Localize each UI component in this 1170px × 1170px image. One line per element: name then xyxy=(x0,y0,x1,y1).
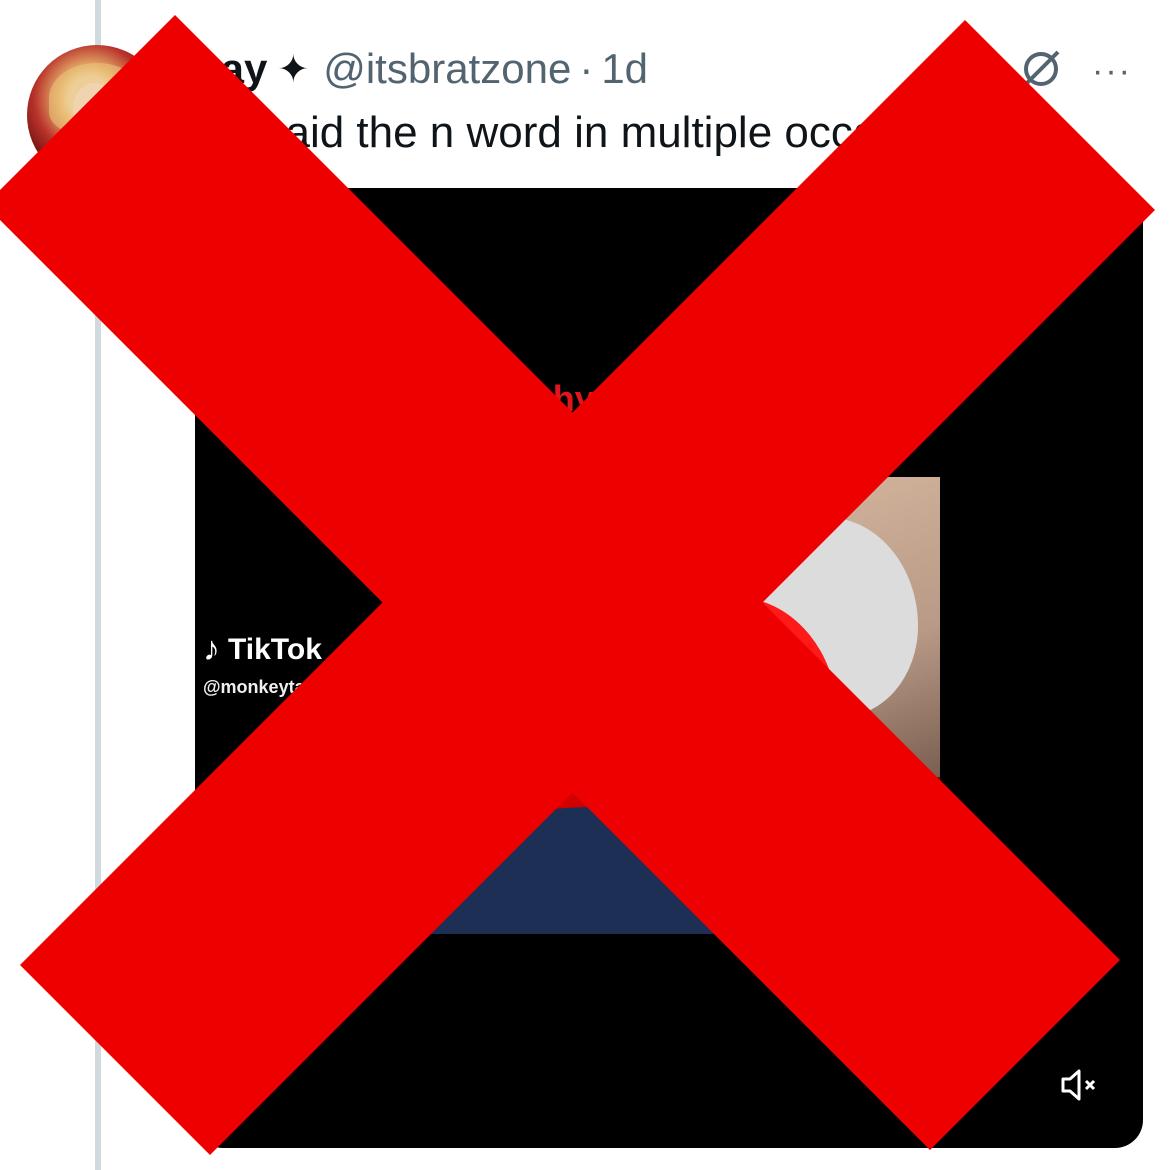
mouth xyxy=(668,749,728,759)
left-eye xyxy=(636,655,676,671)
jacket xyxy=(398,807,728,934)
handle[interactable]: @itsbratzone xyxy=(323,45,571,93)
sparkle-icon: ✦ xyxy=(277,48,310,91)
caption-line-2-text: nword two times xyxy=(505,422,790,463)
tiktok-brand: ♪ TikTok xyxy=(203,630,325,669)
caption-line-2: nword two times xyxy=(195,422,1143,464)
tweet-header: nay ✦ @itsbratzone · 1d xyxy=(195,44,648,94)
tiktok-brand-label: TikTok xyxy=(228,632,322,666)
mute-icon[interactable] xyxy=(1059,1068,1099,1102)
tiktok-logo-icon: ♪ xyxy=(203,630,220,668)
rotate-icon[interactable] xyxy=(1018,46,1064,92)
nose xyxy=(683,697,723,727)
timestamp[interactable]: 1d xyxy=(601,45,648,93)
video-frame[interactable] xyxy=(398,477,940,934)
avatar[interactable] xyxy=(27,45,167,185)
tiktok-handle: @monkeytae0 xyxy=(203,677,325,697)
right-eye xyxy=(723,649,763,665)
tiktok-watermark: ♪ TikTok @monkeytae0 xyxy=(203,630,325,698)
more-icon[interactable]: ··· xyxy=(1092,52,1132,91)
avatar-shirt xyxy=(65,149,129,185)
avatar-face xyxy=(73,83,115,135)
display-name[interactable]: nay xyxy=(195,45,267,93)
angry-face-icon xyxy=(798,428,832,463)
caption-line-1: Taehyung mouth the xyxy=(493,378,845,419)
tweet-text: He said the n word in multiple occasions xyxy=(195,108,981,157)
video-media[interactable]: Taehyung mouth the nword two times ♪ Tik… xyxy=(195,188,1143,1148)
separator: · xyxy=(579,45,594,92)
